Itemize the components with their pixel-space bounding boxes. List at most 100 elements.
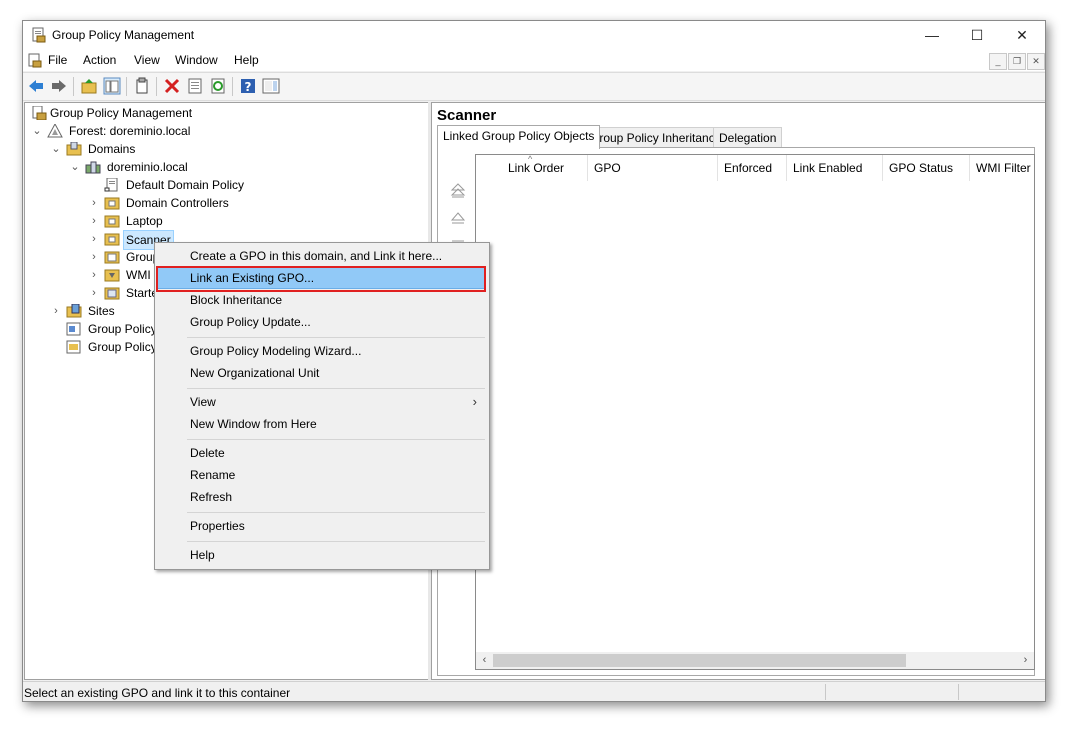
tree-label: Domain Controllers bbox=[126, 196, 229, 210]
forward-arrow-icon[interactable] bbox=[50, 77, 68, 95]
menu-file[interactable]: File bbox=[48, 53, 67, 67]
expand-chevron-icon[interactable]: ⌄ bbox=[31, 122, 43, 140]
tab-delegation[interactable]: Delegation bbox=[713, 127, 783, 148]
menu-item-link-existing-gpo[interactable]: Link an Existing GPO... bbox=[157, 267, 485, 289]
minimize-button[interactable]: — bbox=[909, 21, 955, 49]
show-hide-tree-icon[interactable] bbox=[103, 77, 121, 95]
tree-label: Default Domain Policy bbox=[126, 178, 245, 192]
collapse-chevron-icon[interactable]: › bbox=[88, 248, 100, 266]
scroll-left-icon[interactable]: ‹ bbox=[476, 652, 493, 669]
menu-item-properties[interactable]: Properties bbox=[157, 515, 485, 537]
status-divider bbox=[825, 684, 826, 700]
close-button[interactable]: ✕ bbox=[999, 21, 1045, 49]
action-pane-icon[interactable] bbox=[262, 77, 280, 95]
column-enforced[interactable]: Enforced bbox=[718, 155, 787, 181]
menu-item-rename[interactable]: Rename bbox=[157, 464, 485, 486]
tree-item-domain[interactable]: ⌄ doreminio.local bbox=[25, 158, 425, 176]
svg-text:?: ? bbox=[245, 80, 252, 94]
tree-label: Group Policy bbox=[88, 322, 157, 336]
toolbar-separator bbox=[156, 77, 157, 96]
submenu-arrow-icon: › bbox=[472, 394, 477, 409]
gpo-link-icon bbox=[104, 178, 118, 192]
move-to-top-icon[interactable] bbox=[450, 182, 466, 198]
collapse-chevron-icon[interactable]: › bbox=[88, 266, 100, 284]
toolbar: ? bbox=[23, 72, 1045, 101]
toolbar-separator bbox=[232, 77, 233, 96]
menu-item-help[interactable]: Help bbox=[157, 544, 485, 566]
starter-gpo-icon bbox=[104, 287, 120, 300]
menu-action[interactable]: Action bbox=[83, 53, 116, 67]
ou-folder-icon bbox=[104, 197, 120, 210]
menu-item-delete[interactable]: Delete bbox=[157, 442, 485, 464]
tab-linked-gpos[interactable]: Linked Group Policy Objects bbox=[437, 125, 601, 149]
menu-item-view[interactable]: View › bbox=[157, 391, 485, 413]
tree-label: Group Policy bbox=[88, 340, 157, 354]
tree-item-domain-controllers[interactable]: › Domain Controllers bbox=[25, 194, 425, 212]
domain-icon bbox=[85, 161, 101, 174]
expand-chevron-icon[interactable]: ⌄ bbox=[69, 158, 81, 176]
help-icon[interactable]: ? bbox=[239, 77, 257, 95]
move-up-icon[interactable] bbox=[450, 210, 466, 226]
sort-ascending-icon: ^ bbox=[528, 154, 533, 164]
linked-gpo-list[interactable]: ^ Link Order GPO Enforced Link Enabled G… bbox=[475, 154, 1035, 670]
tree-label: Domains bbox=[88, 142, 136, 156]
menu-item-new-ou[interactable]: New Organizational Unit bbox=[157, 362, 485, 384]
menu-item-block-inheritance[interactable]: Block Inheritance bbox=[157, 289, 485, 311]
menu-view[interactable]: View bbox=[134, 53, 160, 67]
collapse-chevron-icon[interactable]: › bbox=[88, 284, 100, 302]
collapse-chevron-icon[interactable]: › bbox=[88, 230, 100, 248]
domains-icon bbox=[66, 142, 82, 156]
column-gpo-status[interactable]: GPO Status bbox=[883, 155, 970, 181]
menu-help[interactable]: Help bbox=[234, 53, 259, 67]
mdi-restore-button[interactable]: ❐ bbox=[1008, 53, 1026, 70]
tree-item-forest[interactable]: ⌄ Forest: doreminio.local bbox=[25, 122, 425, 140]
ou-folder-icon bbox=[104, 233, 120, 246]
refresh-icon[interactable] bbox=[209, 77, 227, 95]
details-pane: Scanner Linked Group Policy Objects Grou… bbox=[431, 102, 1045, 680]
clipboard-icon[interactable] bbox=[133, 77, 151, 95]
mdi-minimize-button[interactable]: _ bbox=[989, 53, 1007, 70]
column-link-order[interactable]: ^ Link Order bbox=[476, 154, 588, 181]
tree-item-laptop[interactable]: › Laptop bbox=[25, 212, 425, 230]
maximize-button[interactable]: ☐ bbox=[954, 21, 1000, 49]
scroll-right-icon[interactable]: › bbox=[1017, 652, 1034, 669]
column-gpo[interactable]: GPO bbox=[588, 155, 718, 181]
back-arrow-icon[interactable] bbox=[27, 77, 45, 95]
expand-chevron-icon[interactable]: ⌄ bbox=[50, 140, 62, 158]
menu-separator bbox=[187, 388, 485, 389]
tree-label: Forest: doreminio.local bbox=[69, 124, 191, 138]
collapse-chevron-icon[interactable]: › bbox=[88, 194, 100, 212]
tree-item-gpm-root[interactable]: Group Policy Management bbox=[25, 104, 425, 122]
tree-item-domains[interactable]: ⌄ Domains bbox=[25, 140, 425, 158]
menu-separator bbox=[187, 541, 485, 542]
tree-label: Laptop bbox=[126, 214, 163, 228]
horizontal-scrollbar[interactable]: ‹ › bbox=[476, 652, 1034, 669]
menu-item-modeling-wizard[interactable]: Group Policy Modeling Wizard... bbox=[157, 340, 485, 362]
menu-item-refresh[interactable]: Refresh bbox=[157, 486, 485, 508]
window-title: Group Policy Management bbox=[52, 28, 195, 42]
gpm-icon bbox=[32, 106, 47, 120]
toolbar-separator bbox=[73, 77, 74, 96]
properties-icon[interactable] bbox=[186, 77, 204, 95]
scrollbar-thumb[interactable] bbox=[493, 654, 906, 667]
collapse-chevron-icon[interactable]: › bbox=[50, 302, 62, 320]
delete-icon[interactable] bbox=[163, 77, 181, 95]
menu-bar: File Action View Window Help bbox=[23, 49, 1045, 71]
column-link-enabled[interactable]: Link Enabled bbox=[787, 155, 883, 181]
modeling-icon bbox=[66, 322, 81, 336]
menu-item-create-gpo[interactable]: Create a GPO in this domain, and Link it… bbox=[157, 245, 485, 267]
column-wmi-filter[interactable]: WMI Filter bbox=[970, 155, 1034, 181]
menu-item-new-window[interactable]: New Window from Here bbox=[157, 413, 485, 435]
container-title: Scanner bbox=[437, 107, 497, 124]
title-bar[interactable]: Group Policy Management — ☐ ✕ bbox=[23, 21, 1045, 49]
collapse-chevron-icon[interactable]: › bbox=[88, 212, 100, 230]
tree-item-default-domain-policy[interactable]: Default Domain Policy bbox=[25, 176, 425, 194]
mmc-system-icon[interactable] bbox=[27, 53, 43, 68]
status-text: Select an existing GPO and link it to th… bbox=[24, 686, 291, 700]
menu-window[interactable]: Window bbox=[175, 53, 218, 67]
mdi-close-button[interactable]: ✕ bbox=[1027, 53, 1045, 70]
status-bar: Select an existing GPO and link it to th… bbox=[23, 681, 1045, 701]
menu-item-gp-update[interactable]: Group Policy Update... bbox=[157, 311, 485, 333]
tab-gp-inheritance[interactable]: Group Policy Inheritance bbox=[584, 127, 728, 148]
up-folder-icon[interactable] bbox=[80, 77, 98, 95]
